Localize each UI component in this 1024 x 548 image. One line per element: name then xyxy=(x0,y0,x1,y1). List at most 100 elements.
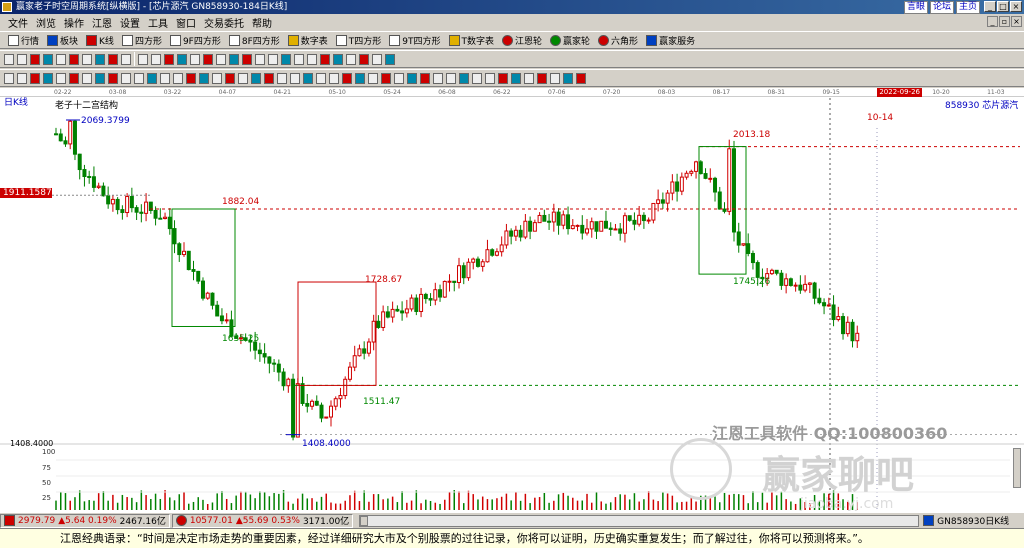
bars-icon[interactable] xyxy=(225,72,235,84)
bars-icon[interactable] xyxy=(30,72,40,84)
index-sh[interactable]: 2979.79 ▲5.64 0.19% 2467.16亿 xyxy=(0,513,170,528)
tool-9t-square[interactable]: 9T四方形 xyxy=(385,32,444,48)
bars-icon[interactable] xyxy=(199,72,209,84)
bars-icon[interactable] xyxy=(43,72,53,84)
bars-icon[interactable] xyxy=(147,72,157,84)
mdi-close-button[interactable]: × xyxy=(1011,16,1022,27)
top-link-yanyan[interactable]: 言眼 xyxy=(903,1,928,14)
fan-icon[interactable] xyxy=(268,53,278,65)
bars-icon[interactable] xyxy=(537,72,547,84)
plus-icon[interactable] xyxy=(216,53,226,65)
menu-window[interactable]: 窗口 xyxy=(172,15,200,30)
bars-icon[interactable] xyxy=(69,72,79,84)
bars-icon[interactable] xyxy=(563,72,573,84)
top-link-home[interactable]: 主页 xyxy=(955,1,980,14)
pointer-icon[interactable] xyxy=(4,53,14,65)
zoom-icon[interactable] xyxy=(30,53,40,65)
diamond-icon[interactable] xyxy=(177,53,187,65)
bars-icon[interactable] xyxy=(446,72,456,84)
calc-icon[interactable] xyxy=(346,53,356,65)
scroll-thumb[interactable] xyxy=(360,515,369,526)
arrow-up-icon[interactable] xyxy=(56,53,66,65)
menu-help[interactable]: 帮助 xyxy=(248,15,276,30)
bars-icon[interactable] xyxy=(17,72,27,84)
bars-icon[interactable] xyxy=(472,72,482,84)
bars-icon[interactable] xyxy=(186,72,196,84)
tool-8f-square[interactable]: 8F四方形 xyxy=(225,32,284,48)
menu-file[interactable]: 文件 xyxy=(4,15,32,30)
save-icon[interactable] xyxy=(333,53,343,65)
last-icon[interactable] xyxy=(121,53,131,65)
window-icon[interactable] xyxy=(359,53,369,65)
menu-operate[interactable]: 操作 xyxy=(60,15,88,30)
tool-number-table[interactable]: 数字表 xyxy=(284,32,332,48)
bars-icon[interactable] xyxy=(251,72,261,84)
diamond-icon[interactable] xyxy=(164,53,174,65)
next-icon[interactable] xyxy=(108,53,118,65)
bars-icon[interactable] xyxy=(407,72,417,84)
tool-square[interactable]: 四方形 xyxy=(118,32,166,48)
bars-icon[interactable] xyxy=(550,72,560,84)
top-link-forum[interactable]: 论坛 xyxy=(929,1,954,14)
cross-icon[interactable] xyxy=(43,53,53,65)
grid-icon[interactable] xyxy=(372,53,382,65)
bars-icon[interactable] xyxy=(498,72,508,84)
horizontal-scrollbar[interactable] xyxy=(359,514,920,527)
tool-t-number-table[interactable]: T数字表 xyxy=(445,32,499,48)
bars-icon[interactable] xyxy=(277,72,287,84)
bars-icon[interactable] xyxy=(290,72,300,84)
tool-winner-service[interactable]: 赢家服务 xyxy=(642,32,699,48)
menu-browse[interactable]: 浏览 xyxy=(32,15,60,30)
period-icon[interactable] xyxy=(17,53,27,65)
bars-icon[interactable] xyxy=(173,72,183,84)
menu-tools[interactable]: 工具 xyxy=(144,15,172,30)
bars-icon[interactable] xyxy=(420,72,430,84)
arrow-down-icon[interactable] xyxy=(69,53,79,65)
menu-settings[interactable]: 设置 xyxy=(116,15,144,30)
bars-icon[interactable] xyxy=(238,72,248,84)
bars-icon[interactable] xyxy=(160,72,170,84)
mdi-minimize-button[interactable]: _ xyxy=(987,16,998,27)
diamond-icon[interactable] xyxy=(190,53,200,65)
text-icon[interactable] xyxy=(307,53,317,65)
index-sz[interactable]: 10577.01 ▲55.69 0.53% 3171.00亿 xyxy=(171,513,354,528)
minimize-button[interactable]: _ xyxy=(984,1,996,12)
channel-icon[interactable] xyxy=(255,53,265,65)
menu-trade[interactable]: 交易委托 xyxy=(200,15,248,30)
bars-icon[interactable] xyxy=(121,72,131,84)
bars-icon[interactable] xyxy=(56,72,66,84)
mdi-restore-button[interactable]: ▫ xyxy=(999,16,1010,27)
menu-gann[interactable]: 江恩 xyxy=(88,15,116,30)
bars-icon[interactable] xyxy=(342,72,352,84)
bars-icon[interactable] xyxy=(4,72,14,84)
close-button[interactable]: × xyxy=(1010,1,1022,12)
tool-gann-wheel[interactable]: 江恩轮 xyxy=(498,32,546,48)
tool-winner-wheel[interactable]: 赢家轮 xyxy=(546,32,594,48)
bars-icon[interactable] xyxy=(485,72,495,84)
ray-icon[interactable] xyxy=(242,53,252,65)
diamond-icon[interactable] xyxy=(138,53,148,65)
bars-icon[interactable] xyxy=(576,72,586,84)
delete-icon[interactable] xyxy=(320,53,330,65)
tool-9f-square[interactable]: 9F四方形 xyxy=(166,32,225,48)
bars-icon[interactable] xyxy=(303,72,313,84)
maximize-button[interactable]: □ xyxy=(997,1,1009,12)
bars-icon[interactable] xyxy=(368,72,378,84)
bars-icon[interactable] xyxy=(394,72,404,84)
bars-icon[interactable] xyxy=(95,72,105,84)
tool-sectors[interactable]: 板块 xyxy=(43,32,82,48)
bars-icon[interactable] xyxy=(264,72,274,84)
bars-icon[interactable] xyxy=(433,72,443,84)
bars-icon[interactable] xyxy=(381,72,391,84)
rect-icon[interactable] xyxy=(294,53,304,65)
line-icon[interactable] xyxy=(229,53,239,65)
tool-hexagon[interactable]: 六角形 xyxy=(594,32,642,48)
tool-t-square[interactable]: T四方形 xyxy=(332,32,386,48)
bars-icon[interactable] xyxy=(134,72,144,84)
bars-icon[interactable] xyxy=(524,72,534,84)
bars-icon[interactable] xyxy=(329,72,339,84)
hand-icon[interactable] xyxy=(203,53,213,65)
bars-icon[interactable] xyxy=(316,72,326,84)
tool-quotes[interactable]: 行情 xyxy=(4,32,43,48)
chart-area[interactable]: 02-22 03-08 03-22 04-07 04-21 05-10 05-24 06-08… xyxy=(0,88,1024,512)
